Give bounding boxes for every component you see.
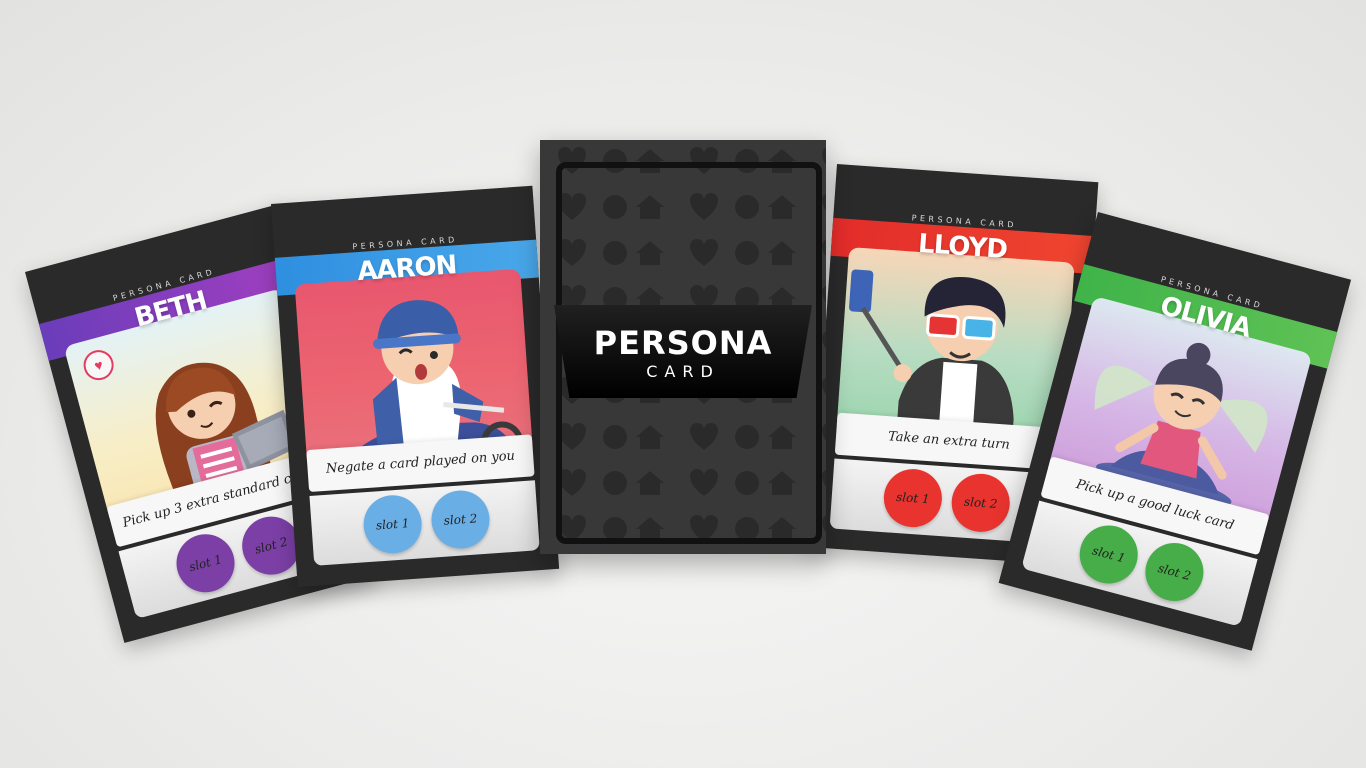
- slot-1[interactable]: slot 1: [1073, 518, 1145, 590]
- persona-card-deck[interactable]: PERSONA CARD: [540, 140, 826, 554]
- slot-1[interactable]: slot 1: [881, 467, 944, 530]
- boy-on-bike-illustration: [346, 300, 524, 463]
- game-scene: PERSONA CARD BETH ♥ Pick up 3 extra stan…: [0, 0, 1366, 768]
- slot-1[interactable]: slot 1: [361, 493, 424, 556]
- slot-1[interactable]: slot 1: [170, 527, 242, 599]
- slot-2[interactable]: slot 2: [1138, 536, 1210, 608]
- character-art: [836, 247, 1075, 441]
- boy-with-selfie-stick-illustration: [849, 269, 1014, 437]
- persona-card-aaron[interactable]: PERSONA CARD AARON Negate a card played …: [271, 185, 560, 588]
- slot-area: slot 1 slot 2: [309, 480, 540, 566]
- deck-logo-subtitle: CARD: [646, 362, 720, 381]
- slot-2[interactable]: slot 2: [949, 471, 1012, 534]
- character-art: [294, 268, 533, 463]
- deck-logo-title: PERSONA: [593, 324, 773, 362]
- slot-2[interactable]: slot 2: [429, 488, 492, 551]
